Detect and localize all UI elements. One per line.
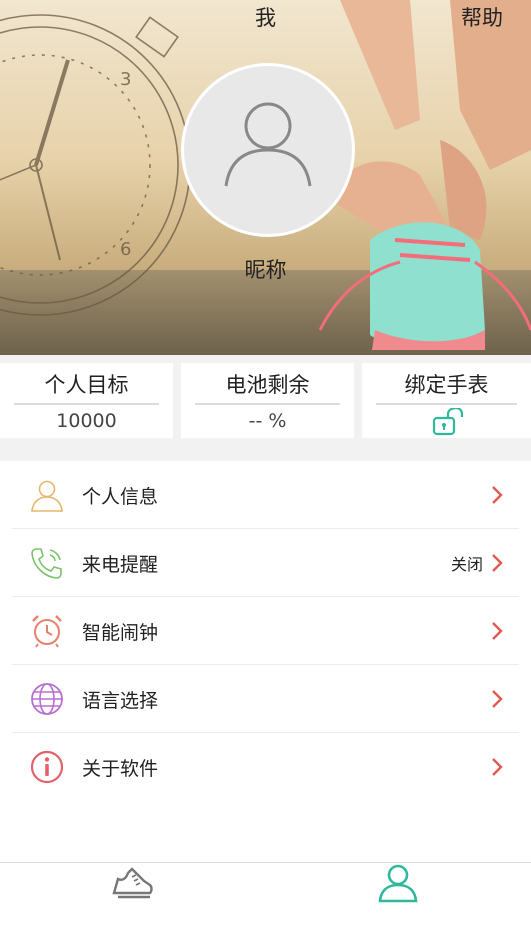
tab-activity[interactable] bbox=[0, 863, 265, 925]
menu-item-label: 智能闹钟 bbox=[82, 622, 159, 644]
menu-item-label: 个人信息 bbox=[82, 486, 159, 508]
bottom-tab-bar bbox=[0, 862, 531, 925]
svg-text:3: 3 bbox=[120, 69, 131, 90]
stat-label: 个人目标 bbox=[44, 373, 129, 397]
stat-value: -- % bbox=[248, 410, 287, 432]
stat-battery: 电池剩余 -- % bbox=[181, 363, 354, 438]
profile-header: 3 6 我 帮助 昵称 bbox=[0, 0, 531, 355]
stat-value: 10000 bbox=[56, 410, 117, 432]
user-icon bbox=[31, 480, 63, 512]
stat-bind-watch[interactable]: 绑定手表 bbox=[362, 363, 531, 438]
tab-profile[interactable] bbox=[266, 863, 531, 925]
stat-divider bbox=[14, 403, 159, 405]
stat-label: 绑定手表 bbox=[404, 373, 489, 397]
menu-item-label: 来电提醒 bbox=[82, 554, 159, 576]
nickname[interactable]: 昵称 bbox=[0, 254, 531, 284]
menu-item-about[interactable]: 关于软件 bbox=[0, 733, 531, 801]
stats-panel: 个人目标 10000 电池剩余 -- % 绑定手表 bbox=[0, 355, 531, 461]
menu-item-label: 关于软件 bbox=[82, 758, 159, 780]
menu-item-personal-info[interactable]: 个人信息 bbox=[0, 461, 531, 529]
help-button[interactable]: 帮助 bbox=[461, 2, 503, 32]
running-shoe-icon bbox=[112, 867, 153, 899]
chevron-right-icon bbox=[492, 622, 503, 640]
phone-icon bbox=[31, 548, 62, 579]
stat-label: 电池剩余 bbox=[225, 373, 310, 397]
info-icon bbox=[30, 750, 64, 784]
menu-item-label: 语言选择 bbox=[82, 690, 159, 712]
stat-personal-goal[interactable]: 个人目标 10000 bbox=[0, 363, 173, 438]
person-icon bbox=[378, 864, 418, 903]
alarm-clock-icon bbox=[32, 615, 62, 648]
avatar-person-icon bbox=[224, 102, 312, 187]
stat-divider bbox=[376, 403, 517, 405]
unlock-icon[interactable] bbox=[432, 408, 464, 436]
chevron-right-icon bbox=[492, 554, 503, 572]
avatar[interactable] bbox=[181, 63, 355, 237]
menu-item-call-reminder[interactable]: 来电提醒 关闭 bbox=[0, 529, 531, 597]
globe-icon bbox=[31, 683, 63, 715]
chevron-right-icon bbox=[492, 486, 503, 504]
stat-divider bbox=[195, 403, 340, 405]
chevron-right-icon bbox=[492, 690, 503, 708]
menu-item-language[interactable]: 语言选择 bbox=[0, 665, 531, 733]
chevron-right-icon bbox=[492, 758, 503, 776]
menu-item-status: 关闭 bbox=[450, 555, 483, 574]
menu-item-smart-alarm[interactable]: 智能闹钟 bbox=[0, 597, 531, 665]
page-title: 我 bbox=[255, 6, 276, 30]
